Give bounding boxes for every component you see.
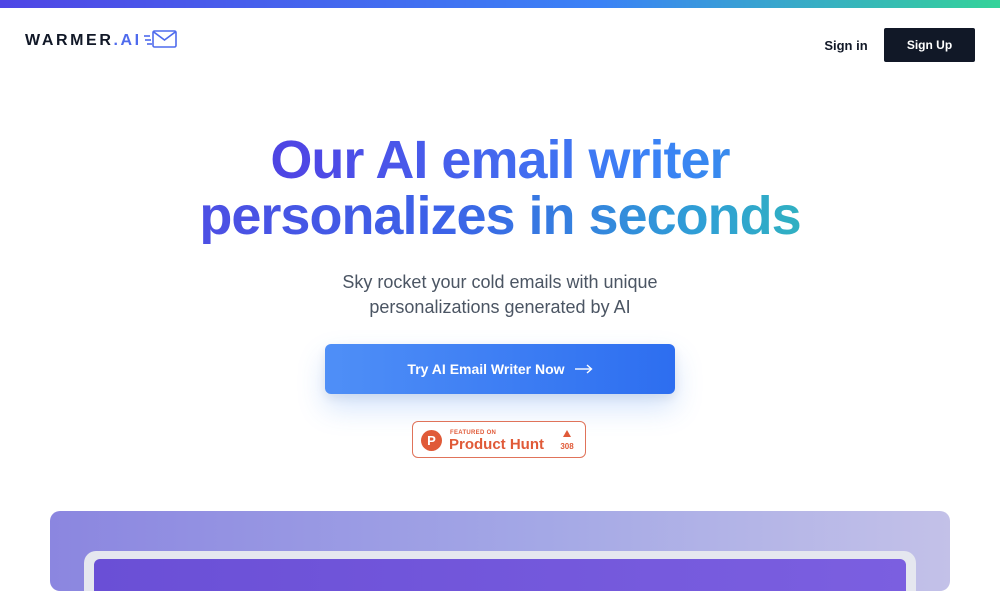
hero-title-line-2: personalizes in seconds	[0, 188, 1000, 244]
logo-text: WARMER	[25, 32, 114, 49]
product-hunt-logo-icon: P	[421, 430, 442, 451]
hero-title: Our AI email writer personalizes in seco…	[0, 132, 1000, 244]
hero-subtitle-line-2: personalizations generated by AI	[369, 297, 631, 317]
hero-title-line-1: Our AI email writer	[0, 132, 1000, 188]
cta-label: Try AI Email Writer Now	[407, 361, 565, 377]
logo[interactable]: WARMER.AI	[25, 30, 178, 50]
triangle-up-icon	[563, 430, 571, 437]
showcase-device-frame	[84, 551, 916, 591]
product-hunt-name: Product Hunt	[449, 436, 544, 453]
showcase-screen	[94, 559, 906, 591]
product-showcase	[50, 511, 950, 591]
hero-subtitle: Sky rocket your cold emails with unique …	[0, 270, 1000, 320]
try-ai-email-writer-button[interactable]: Try AI Email Writer Now	[325, 344, 675, 394]
hero-subtitle-line-1: Sky rocket your cold emails with unique	[342, 272, 658, 292]
sign-up-button[interactable]: Sign Up	[884, 28, 975, 62]
arrow-right-icon	[574, 364, 593, 374]
product-hunt-badge[interactable]: P FEATURED ON Product Hunt 308	[412, 421, 586, 458]
product-hunt-upvotes: 308	[560, 442, 574, 451]
top-gradient-bar	[0, 0, 1000, 8]
envelope-speed-icon	[143, 30, 177, 48]
sign-in-link[interactable]: Sign in	[810, 32, 882, 58]
logo-text-suffix: .AI	[113, 32, 142, 49]
